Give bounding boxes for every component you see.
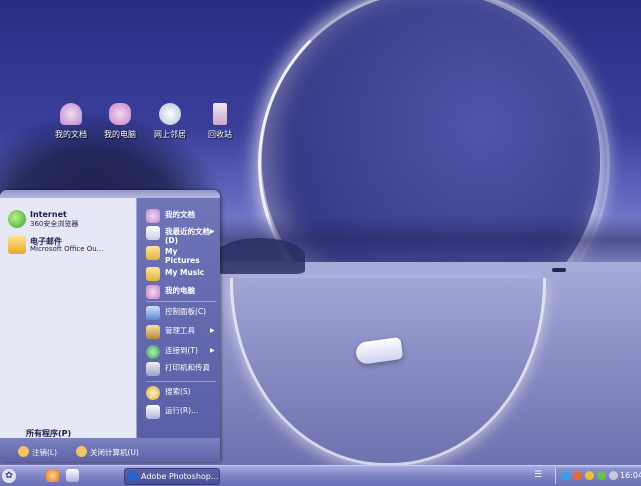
shutdown-button[interactable]: 关闭计算机(U)	[76, 445, 152, 459]
tray-network-icon[interactable]	[561, 471, 570, 480]
menu-separator	[146, 301, 216, 302]
logoff-button[interactable]: 注销(L)	[18, 445, 68, 459]
submenu-arrow-icon: ▶	[210, 347, 215, 354]
tray-app-icon[interactable]	[573, 471, 582, 480]
documents-folder-icon	[146, 209, 160, 223]
printer-icon	[146, 362, 160, 376]
run-icon	[146, 405, 160, 419]
recent-documents-icon	[146, 226, 160, 240]
logoff-icon	[18, 446, 29, 457]
paw-icon: ✿	[5, 471, 13, 481]
control-panel-icon	[146, 306, 160, 320]
computer-icon	[146, 285, 160, 299]
computer-icon	[109, 103, 131, 125]
boat	[552, 268, 566, 272]
email-icon	[8, 236, 26, 254]
connect-icon	[146, 345, 160, 359]
music-folder-icon	[146, 267, 160, 281]
pinned-internet[interactable]: Internet 360安全浏览器	[6, 208, 134, 232]
start-menu: Internet 360安全浏览器 电子邮件 Microsoft Office …	[0, 190, 220, 462]
tray-menu-icon[interactable]: ☰	[532, 470, 544, 482]
photoshop-icon	[128, 471, 138, 481]
quicklaunch-browser-icon[interactable]	[46, 469, 59, 482]
network-icon	[159, 103, 181, 125]
desktop-icon-my-computer[interactable]: 我的电脑	[96, 103, 144, 140]
shutdown-icon	[76, 446, 87, 457]
start-button[interactable]: ✿	[2, 469, 16, 483]
menu-separator	[146, 381, 216, 382]
submenu-arrow-icon: ▶	[210, 228, 215, 235]
system-tray: 16:04	[555, 468, 641, 484]
clock[interactable]: 16:04	[620, 471, 641, 480]
all-programs-button[interactable]: 所有程序(P)	[26, 428, 71, 439]
submenu-arrow-icon: ▶	[210, 327, 215, 334]
taskbar-button-photoshop[interactable]: Adobe Photoshop...	[124, 468, 220, 485]
tray-volume-icon[interactable]	[609, 471, 618, 480]
tray-input-icon[interactable]	[597, 471, 606, 480]
tray-security-icon[interactable]	[585, 471, 594, 480]
documents-folder-icon	[60, 103, 82, 125]
start-menu-header	[0, 190, 220, 198]
browser-icon	[8, 210, 26, 228]
island	[215, 238, 305, 274]
desktop-icon-recycle-bin[interactable]: 回收站	[196, 103, 244, 140]
taskbar: ✿ Adobe Photoshop... ☰ 16:04	[0, 465, 641, 486]
search-icon	[146, 386, 160, 400]
desktop-icon-my-documents[interactable]: 我的文档	[47, 103, 95, 140]
desktop-icon-network[interactable]: 网上邻居	[146, 103, 194, 140]
recycle-bin-icon	[213, 103, 227, 125]
pinned-email[interactable]: 电子邮件 Microsoft Office Ou...	[6, 234, 134, 258]
pictures-folder-icon	[146, 246, 160, 260]
admin-tools-icon	[146, 325, 160, 339]
quicklaunch-desktop-icon[interactable]	[66, 469, 79, 482]
